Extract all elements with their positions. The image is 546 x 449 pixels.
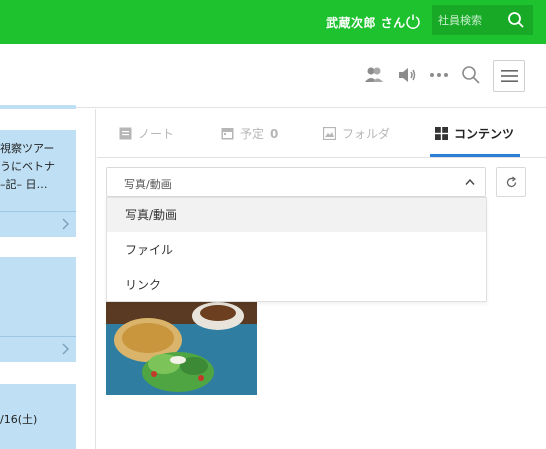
calendar-icon: [221, 128, 234, 140]
people-icon[interactable]: [363, 64, 385, 86]
top-bar: 武蔵次郎 さん: [0, 0, 546, 44]
power-icon[interactable]: [405, 13, 421, 29]
message-line: うにベトナ: [0, 160, 55, 173]
content-type-select[interactable]: 写真/動画: [106, 167, 486, 197]
tab-folder-label: フォルダ: [342, 127, 391, 141]
app-window: 武蔵次郎 さん 社員検索 視察ツアー うにベトナ –記– 日… /16(土) ノ…: [0, 0, 546, 449]
employee-search-input[interactable]: [432, 5, 504, 35]
employee-search: [432, 5, 533, 35]
menu-button[interactable]: [493, 60, 525, 92]
content-thumbnail[interactable]: [106, 302, 257, 395]
dropdown-option-link[interactable]: リンク: [107, 268, 486, 302]
message-bubble[interactable]: [0, 257, 76, 362]
search-icon[interactable]: [507, 11, 525, 29]
message-bubble[interactable]: /16(土): [0, 384, 76, 449]
image-folder-icon: [323, 127, 336, 140]
chevron-right-icon: [62, 218, 69, 230]
more-icon[interactable]: [428, 64, 450, 86]
message-bubble: [0, 105, 76, 109]
tab-note-label: ノート: [138, 127, 175, 141]
tab-contents-label: コンテンツ: [454, 127, 515, 141]
message-line: –記– 日…: [0, 178, 48, 191]
message-link[interactable]: [0, 211, 76, 237]
refresh-button[interactable]: [496, 167, 526, 197]
message-line: 視察ツアー: [0, 142, 55, 155]
message-bubble[interactable]: 視察ツアー うにベトナ –記– 日…: [0, 130, 76, 237]
tab-contents[interactable]: コンテンツ: [435, 109, 514, 158]
message-link[interactable]: [0, 336, 76, 362]
speaker-icon[interactable]: [396, 64, 418, 86]
tab-folder[interactable]: フォルダ: [323, 109, 390, 158]
refresh-icon: [506, 176, 517, 188]
chat-message-list: 視察ツアー うにベトナ –記– 日… /16(土): [0, 105, 96, 449]
content-type-selected: 写真/動画: [124, 178, 172, 191]
tab-schedule[interactable]: 予定 0: [221, 109, 278, 158]
chat-header: [0, 44, 546, 108]
active-tab-indicator: [430, 154, 520, 157]
content-type-dropdown: 写真/動画 ファイル リンク: [106, 197, 487, 302]
user-name[interactable]: 武蔵次郎 さん: [326, 14, 406, 31]
tab-schedule-label: 予定: [240, 127, 265, 141]
chevron-up-icon: [465, 178, 475, 185]
message-line: /16(土): [0, 413, 38, 426]
dropdown-option-photo-video[interactable]: 写真/動画: [107, 198, 486, 232]
panel-tabs: ノート 予定 0 フォルダ コンテンツ: [97, 109, 546, 158]
note-icon: [119, 127, 132, 140]
grid-icon: [435, 127, 448, 140]
side-panel: ノート 予定 0 フォルダ コンテンツ 写真/動画 写真/動画 ファイル リンク: [97, 109, 546, 449]
food-photo: [106, 302, 257, 395]
dropdown-option-file[interactable]: ファイル: [107, 233, 486, 267]
schedule-count: 0: [270, 126, 279, 141]
search-icon[interactable]: [460, 64, 482, 86]
hamburger-icon: [501, 70, 518, 82]
tab-note[interactable]: ノート: [119, 109, 174, 158]
chevron-right-icon: [62, 343, 69, 355]
